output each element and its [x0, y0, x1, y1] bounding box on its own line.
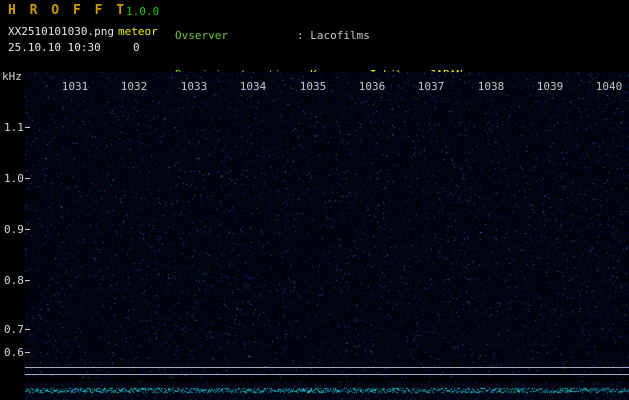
- freq-marker-line-lower: [25, 374, 629, 375]
- time-tick-label: 1036: [358, 80, 386, 93]
- freq-tick: [25, 229, 30, 230]
- observer-label: Ovserver: [175, 29, 228, 42]
- time-tick-label: 1034: [239, 80, 267, 93]
- meteor-label: meteor: [118, 25, 158, 38]
- time-tick-label: 1031: [61, 80, 89, 93]
- freq-tick-label: 0.6: [4, 346, 24, 359]
- time-tick-label: 1037: [417, 80, 445, 93]
- freq-tick-label: 0.8: [4, 274, 24, 287]
- freq-unit-label: kHz: [2, 70, 22, 83]
- freq-marker-line-upper: [25, 367, 629, 368]
- app-version: 1.0.0: [126, 5, 160, 18]
- info-row-observer: Ovserver : Lacofilms: [175, 29, 463, 42]
- freq-tick-label: 0.7: [4, 323, 24, 336]
- time-tick-label: 1033: [180, 80, 208, 93]
- freq-tick: [25, 280, 30, 281]
- app-title: H R O F F T: [8, 3, 128, 18]
- meteor-count: 0: [133, 41, 140, 54]
- freq-tick-label: 1.1: [4, 121, 24, 134]
- freq-tick-label: 1.0: [4, 172, 24, 185]
- time-tick-label: 1038: [477, 80, 505, 93]
- level-strip-canvas: [25, 381, 629, 400]
- freq-tick: [25, 178, 30, 179]
- time-tick-label: 1032: [120, 80, 148, 93]
- time-tick-label: 1035: [299, 80, 327, 93]
- time-tick-label: 1040: [595, 80, 623, 93]
- hrofft-screen: H R O F F T 1.0.0 XX2510101030.png meteo…: [0, 0, 629, 400]
- observer-value: : Lacofilms: [297, 29, 370, 42]
- freq-tick: [25, 329, 30, 330]
- freq-tick: [25, 127, 30, 128]
- freq-tick: [25, 352, 30, 353]
- spectrogram-canvas: [25, 72, 629, 378]
- freq-tick-label: 0.9: [4, 223, 24, 236]
- output-filename: XX2510101030.png: [8, 25, 114, 38]
- time-tick-label: 1039: [536, 80, 564, 93]
- datetime-label: 25.10.10 10:30: [8, 41, 101, 54]
